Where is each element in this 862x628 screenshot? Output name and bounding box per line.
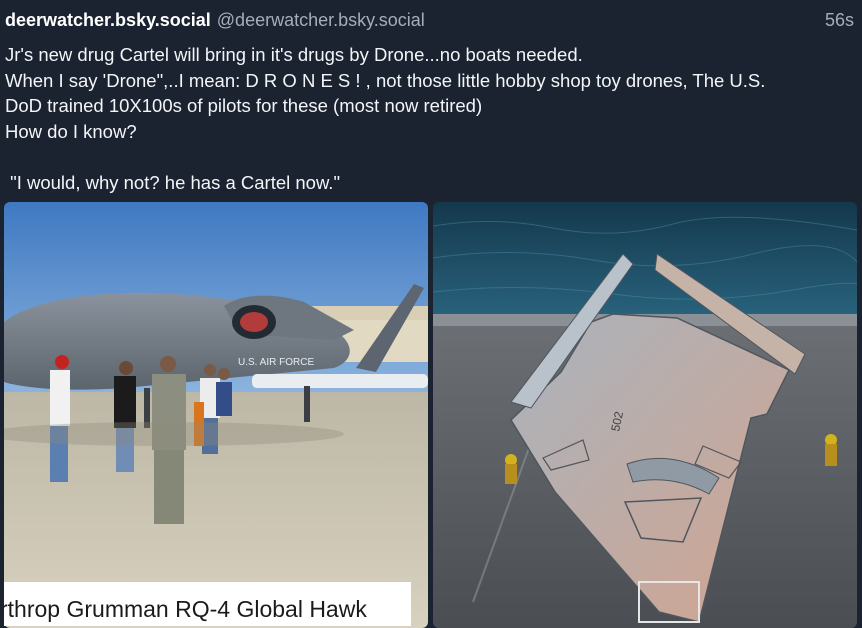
global-hawk-photo: U.S. AIR FORCE	[4, 202, 428, 628]
image-carrier-drone[interactable]: 502	[433, 202, 857, 628]
post-timestamp[interactable]: 56s	[825, 10, 854, 31]
carrier-drone-photo: 502	[433, 202, 857, 628]
image-global-hawk[interactable]: U.S. AIR FORCE	[4, 202, 428, 628]
post-card[interactable]: deerwatcher.bsky.social @deerwatcher.bsk…	[0, 0, 862, 628]
image-caption: rthrop Grumman RQ-4 Global Hawk	[4, 596, 367, 622]
fuselage-lettering: U.S. AIR FORCE	[238, 357, 314, 368]
image-caption-box: rthrop Grumman RQ-4 Global Hawk	[4, 582, 411, 626]
post-header: deerwatcher.bsky.social @deerwatcher.bsk…	[5, 10, 854, 36]
post-text: Jr's new drug Cartel will bring in it's …	[5, 44, 766, 193]
author-display-name[interactable]: deerwatcher.bsky.social	[5, 10, 211, 31]
author-handle[interactable]: @deerwatcher.bsky.social	[217, 10, 425, 31]
